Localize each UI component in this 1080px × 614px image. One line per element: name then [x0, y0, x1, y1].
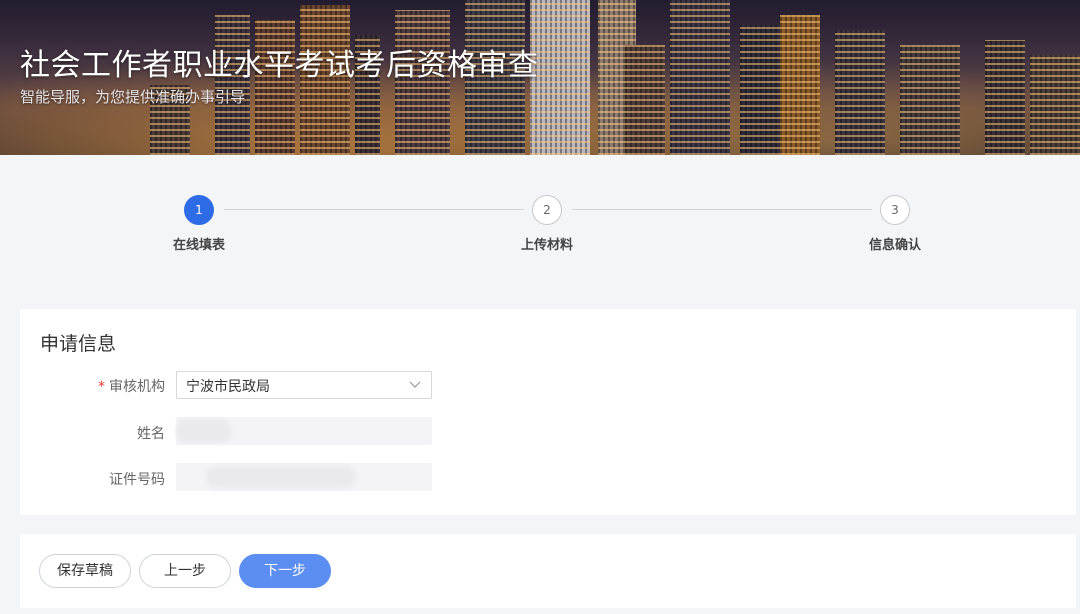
skyline-building [835, 30, 885, 155]
step-connector [224, 209, 524, 210]
section-title: 申请信息 [40, 333, 117, 355]
prev-step-button[interactable]: 上一步 [139, 554, 231, 588]
chevron-down-icon [409, 381, 421, 388]
skyline-building [670, 0, 730, 155]
skyline-building [215, 15, 250, 155]
redacted-value [176, 419, 231, 443]
save-draft-button[interactable]: 保存草稿 [39, 554, 131, 588]
skyline-building [530, 0, 590, 155]
header-banner: 社会工作者职业水平考试考后资格审查 智能导服，为您提供准确办事引导 [0, 0, 1080, 155]
skyline-building [900, 45, 960, 155]
skyline-building [625, 45, 665, 155]
skyline-building [740, 25, 780, 155]
step-3-label: 信息确认 [868, 238, 921, 253]
required-mark: * [98, 379, 105, 395]
step-2-indicator: 2 [532, 195, 562, 225]
name-label: 姓名 [137, 426, 165, 442]
application-info-panel: 申请信息 * 审核机构 宁波市民政局 姓名 证件号码 [20, 309, 1076, 515]
agency-label-text: 审核机构 [109, 379, 165, 395]
page-title: 社会工作者职业水平考试考后资格审查 [20, 48, 539, 83]
step-2-label: 上传材料 [520, 238, 573, 253]
agency-select[interactable]: 宁波市民政局 [176, 371, 432, 399]
next-step-button[interactable]: 下一步 [239, 554, 331, 588]
step-1-label: 在线填表 [172, 238, 225, 253]
id-number-label: 证件号码 [109, 472, 165, 488]
step-connector [572, 209, 872, 210]
progress-steps: 1 2 3 在线填表 上传材料 信息确认 [0, 155, 1080, 285]
skyline-building [1030, 55, 1080, 155]
step-1-indicator: 1 [184, 195, 214, 225]
step-3-indicator: 3 [880, 195, 910, 225]
name-field[interactable] [176, 417, 432, 445]
page-subtitle: 智能导服，为您提供准确办事引导 [20, 88, 246, 106]
redacted-value [206, 466, 356, 488]
action-bar: 保存草稿 上一步 下一步 [20, 534, 1076, 608]
agency-label: * 审核机构 [20, 376, 165, 396]
agency-select-value: 宁波市民政局 [186, 379, 270, 395]
skyline-building [780, 15, 820, 155]
id-number-field[interactable] [176, 463, 432, 491]
skyline-building [985, 40, 1025, 155]
